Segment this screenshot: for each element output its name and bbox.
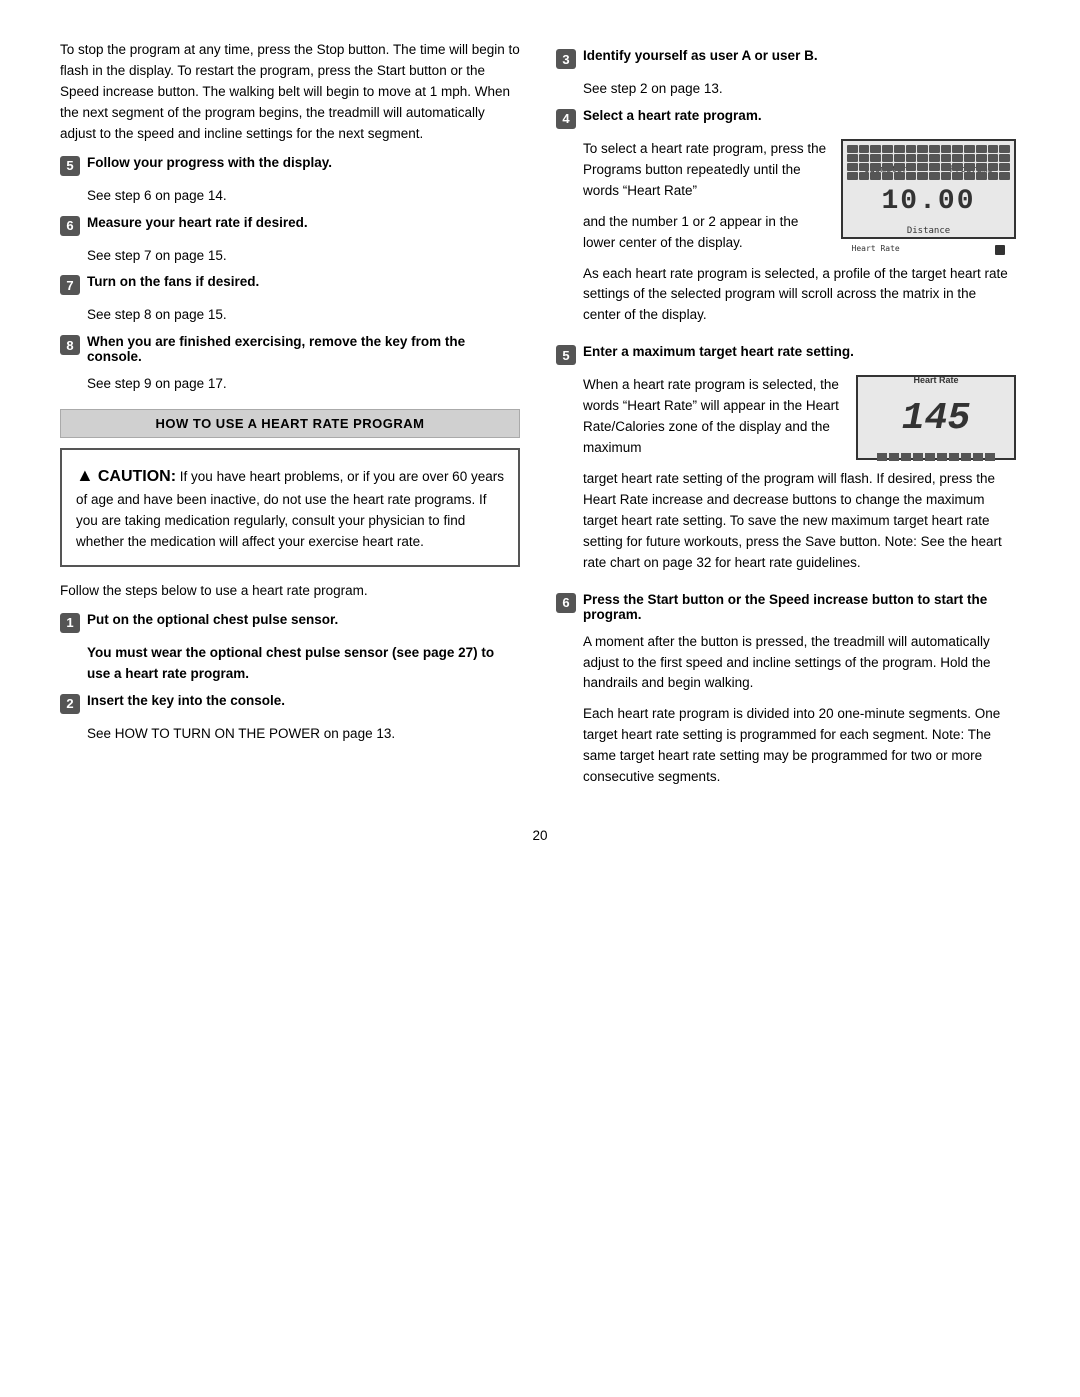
step-r2-title: Insert the key into the console.	[87, 693, 285, 708]
step-4-body: Odometer Programs 10.00 Distance Heart R…	[583, 139, 1016, 336]
step-6-block: 6 Measure your heart rate if desired.	[60, 215, 520, 236]
step-r1-num: 1	[60, 613, 80, 633]
right-column: 3 Identify yourself as user A or user B.…	[556, 40, 1016, 798]
step-6r-para1: A moment after the button is pressed, th…	[583, 632, 1016, 695]
step-6-body: See step 7 on page 15.	[87, 246, 520, 267]
step-5r-body: Heart Rate 145 When a heart rate program…	[583, 375, 1016, 583]
step-r1-bold-text: You must wear the optional chest pulse s…	[87, 645, 494, 681]
display-2: Heart Rate 145	[856, 375, 1016, 460]
display-digits: 10.00	[881, 180, 975, 223]
step-r2-block: 2 Insert the key into the console.	[60, 693, 520, 714]
display-2-hr-title: Heart Rate	[913, 374, 958, 388]
hr-dot	[995, 245, 1005, 255]
step-7-title: Turn on the fans if desired.	[87, 274, 259, 289]
step-8-num: 8	[60, 335, 80, 355]
step-3-num: 3	[556, 49, 576, 69]
step-5r-body-after: target heart rate setting of the program…	[583, 469, 1016, 574]
caution-triangle-icon: ▲	[76, 465, 94, 485]
step-5-title: Follow your progress with the display.	[87, 155, 332, 170]
step-r2-body: See HOW TO TURN ON THE POWER on page 13.	[87, 724, 520, 745]
step-r1-title: Put on the optional chest pulse sensor.	[87, 612, 338, 627]
step-r1-bold-body: You must wear the optional chest pulse s…	[87, 643, 520, 685]
hr-row: Heart Rate	[852, 243, 1006, 255]
step-3-body: See step 2 on page 13.	[583, 79, 1016, 100]
step-4-profile-text: As each heart rate program is selected, …	[583, 264, 1016, 327]
step-5r-title: Enter a maximum target heart rate settin…	[583, 344, 854, 359]
display-2-bars	[877, 453, 995, 461]
step-6r-para2: Each heart rate program is divided into …	[583, 704, 1016, 788]
distance-label: Distance	[907, 225, 950, 239]
step-6r-num: 6	[556, 593, 576, 613]
step-6r-title: Press the Start button or the Speed incr…	[583, 592, 1016, 622]
display-2-number: 145	[902, 390, 970, 449]
step-8-title: When you are finished exercising, remove…	[87, 334, 520, 364]
step-r1-block: 1 Put on the optional chest pulse sensor…	[60, 612, 520, 633]
step-7-block: 7 Turn on the fans if desired.	[60, 274, 520, 295]
step-5-body: See step 6 on page 14.	[87, 186, 520, 207]
caution-box: ▲CAUTION: If you have heart problems, or…	[60, 448, 520, 567]
intro-paragraph: To stop the program at any time, press t…	[60, 40, 520, 145]
step-5-num: 5	[60, 156, 80, 176]
caution-title: CAUTION:	[98, 468, 176, 485]
step-6-num: 6	[60, 216, 80, 236]
step-5r-block: 5 Enter a maximum target heart rate sett…	[556, 344, 1016, 365]
step-4-block: 4 Select a heart rate program.	[556, 108, 1016, 129]
step-3-block: 3 Identify yourself as user A or user B.	[556, 48, 1016, 69]
step-6r-body1: A moment after the button is pressed, th…	[583, 632, 1016, 788]
left-column: To stop the program at any time, press t…	[60, 40, 520, 798]
display-1: Odometer Programs 10.00 Distance Heart R…	[841, 139, 1016, 239]
step-6-title: Measure your heart rate if desired.	[87, 215, 308, 230]
display-grid	[847, 145, 1010, 180]
step-7-body: See step 8 on page 15.	[87, 305, 520, 326]
step-3-title: Identify yourself as user A or user B.	[583, 48, 818, 63]
page-number: 20	[60, 828, 1020, 843]
step-5r-num: 5	[556, 345, 576, 365]
step-4-title: Select a heart rate program.	[583, 108, 762, 123]
heart-rate-label-1: Heart Rate	[852, 243, 900, 255]
step-8-block: 8 When you are finished exercising, remo…	[60, 334, 520, 364]
step-7-num: 7	[60, 275, 80, 295]
step-5-block: 5 Follow your progress with the display.	[60, 155, 520, 176]
how-to-box: HOW TO USE A HEART RATE PROGRAM	[60, 409, 520, 438]
step-r2-num: 2	[60, 694, 80, 714]
step-8-body: See step 9 on page 17.	[87, 374, 520, 395]
follow-steps-text: Follow the steps below to use a heart ra…	[60, 581, 520, 602]
step-6r-block: 6 Press the Start button or the Speed in…	[556, 592, 1016, 622]
step-4-num: 4	[556, 109, 576, 129]
